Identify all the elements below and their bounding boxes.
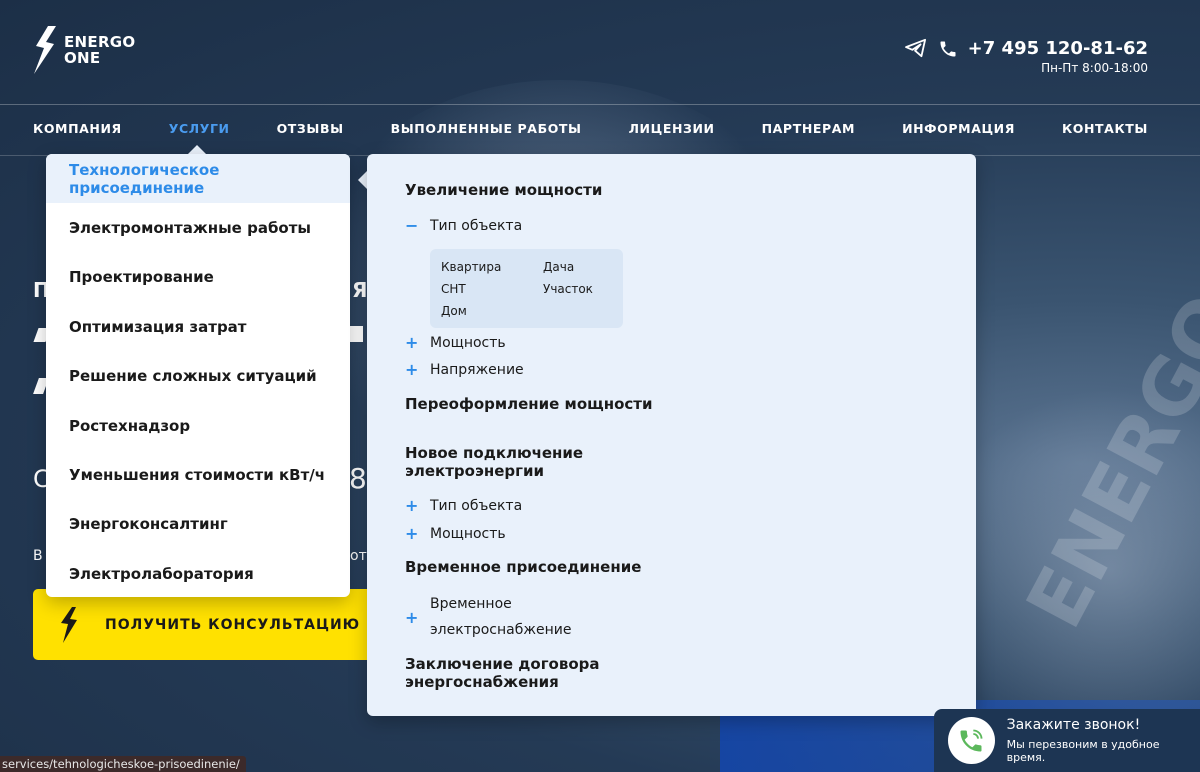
get-consultation-label: ПОЛУЧИТЬ КОНСУЛЬТАЦИЮ xyxy=(105,616,361,633)
main-nav: КОМПАНИЯ УСЛУГИ ОТЗЫВЫ ВЫПОЛНЕННЫЕ РАБОТ… xyxy=(33,121,1148,136)
minus-icon: − xyxy=(405,216,419,235)
nav-item-licenses[interactable]: ЛИЦЕНЗИИ xyxy=(629,121,715,136)
nav-item-partners[interactable]: ПАРТНЕРАМ xyxy=(762,121,856,136)
option-dacha[interactable]: Дача xyxy=(543,260,574,274)
phone-number[interactable]: +7 495 120-81-62 xyxy=(968,38,1148,59)
nav-item-completed-works[interactable]: ВЫПОЛНЕННЫЕ РАБОТЫ xyxy=(391,121,582,136)
submenu-object-type-label: Тип объекта xyxy=(430,217,523,234)
services-item-rostechnadzor[interactable]: Ростехнадзор xyxy=(46,401,350,450)
new-connection-line-1: Новое подключение xyxy=(405,444,584,462)
services-dropdown: Технологическое присоединение Электромон… xyxy=(46,154,350,597)
services-item-electrolab[interactable]: Электролаборатория xyxy=(46,549,350,598)
submenu-caret xyxy=(358,171,367,189)
option-apartment[interactable]: Квартира xyxy=(441,260,501,274)
plus-icon: + xyxy=(405,524,419,543)
submenu-object-type-toggle[interactable]: − Тип объекта xyxy=(405,216,522,235)
submenu-new-object-type-label: Тип объекта xyxy=(430,497,523,514)
hero-decoration xyxy=(349,326,363,342)
object-type-options: Квартира Дача СНТ Участок Дом xyxy=(430,249,623,328)
hero-title-fragment-right: Я xyxy=(352,278,368,302)
plus-icon: + xyxy=(405,496,419,515)
header-contacts: +7 495 120-81-62 Пн-Пт 8:00-18:00 xyxy=(938,38,1148,75)
phone-icon xyxy=(940,41,956,56)
callback-title: Закажите звонок! xyxy=(1006,717,1141,733)
status-bar-url: services/tehnologicheskoe-prisoedinenie/ xyxy=(0,756,246,772)
submenu-power-toggle[interactable]: + Мощность xyxy=(405,333,506,352)
nav-item-reviews[interactable]: ОТЗЫВЫ xyxy=(277,121,344,136)
option-house[interactable]: Дом xyxy=(441,304,467,318)
phone-call-icon xyxy=(960,729,983,751)
logo-line-1: ENERGO xyxy=(64,33,136,51)
submenu-power-label: Мощность xyxy=(430,334,506,351)
submenu-voltage-label: Напряжение xyxy=(430,361,524,378)
services-item-kwh-cost-reduction[interactable]: Уменьшения стоимости кВт/ч xyxy=(46,450,350,499)
nav-item-information[interactable]: ИНФОРМАЦИЯ xyxy=(902,121,1015,136)
logo[interactable]: ENERGO ONE xyxy=(32,26,135,74)
submenu-new-power-label: Мощность xyxy=(430,525,506,542)
option-snt[interactable]: СНТ xyxy=(441,282,466,296)
get-consultation-button[interactable]: ПОЛУЧИТЬ КОНСУЛЬТАЦИЮ xyxy=(33,589,373,660)
hero-subtitle-fragment: В xyxy=(33,548,43,564)
services-item-cost-optimization[interactable]: Оптимизация затрат xyxy=(46,302,350,351)
logo-line-2: ONE xyxy=(64,49,101,67)
callback-subtitle: Мы перезвоним в удобное время. xyxy=(1006,738,1160,764)
callback-icon-circle xyxy=(948,717,995,764)
services-item-energy-consulting[interactable]: Энергоконсалтинг xyxy=(46,500,350,549)
supply-contract-line-1: Заключение договора xyxy=(405,655,600,673)
nav-item-services[interactable]: УСЛУГИ xyxy=(169,121,230,136)
hero-subtitle-fragment-right: от xyxy=(350,548,367,564)
submenu-cat-new-connection[interactable]: Новое подключение электроэнергии xyxy=(405,444,583,480)
submenu-temp-supply-label: Временное электроснабжение xyxy=(430,591,571,643)
plus-icon: + xyxy=(405,607,419,627)
supply-contract-line-2: энергоснабжения xyxy=(405,673,559,691)
callback-widget[interactable]: Закажите звонок! Мы перезвоним в удобное… xyxy=(934,709,1200,772)
hero-number-fragment-right: 8 xyxy=(349,462,367,495)
option-plot[interactable]: Участок xyxy=(543,282,593,296)
submenu-cat-supply-contract[interactable]: Заключение договора энергоснабжения xyxy=(405,655,600,691)
lightning-logo-icon xyxy=(34,26,56,74)
services-item-tech-connection[interactable]: Технологическое присоединение xyxy=(46,154,350,204)
services-item-design[interactable]: Проектирование xyxy=(46,253,350,302)
new-connection-line-2: электроэнергии xyxy=(405,462,544,480)
telegram-icon xyxy=(905,38,926,58)
temp-supply-line-2: электроснабжение xyxy=(430,622,572,638)
submenu-temp-supply-toggle[interactable]: + Временное электроснабжение xyxy=(405,591,571,643)
services-submenu: Увеличение мощности − Тип объекта Кварти… xyxy=(367,154,976,716)
services-item-electrical-installation[interactable]: Электромонтажные работы xyxy=(46,203,350,252)
submenu-voltage-toggle[interactable]: + Напряжение xyxy=(405,360,524,379)
submenu-new-power-toggle[interactable]: + Мощность xyxy=(405,524,506,543)
temp-supply-line-1: Временное xyxy=(430,596,512,612)
nav-item-contacts[interactable]: КОНТАКТЫ xyxy=(1062,121,1148,136)
lightning-icon xyxy=(61,606,77,643)
header-divider xyxy=(0,104,1200,105)
submenu-cat-power-reregistration[interactable]: Переоформление мощности xyxy=(405,395,652,413)
plus-icon: + xyxy=(405,333,419,352)
nav-item-company[interactable]: КОМПАНИЯ xyxy=(33,121,122,136)
telegram-link[interactable] xyxy=(905,38,927,62)
work-hours: Пн-Пт 8:00-18:00 xyxy=(1041,61,1148,75)
submenu-cat-power-increase[interactable]: Увеличение мощности xyxy=(405,181,602,199)
plus-icon: + xyxy=(405,360,419,379)
submenu-new-object-type-toggle[interactable]: + Тип объекта xyxy=(405,496,522,515)
submenu-cat-temporary-connection[interactable]: Временное присоединение xyxy=(405,558,641,576)
services-item-complex-situations[interactable]: Решение сложных ситуаций xyxy=(46,352,350,401)
